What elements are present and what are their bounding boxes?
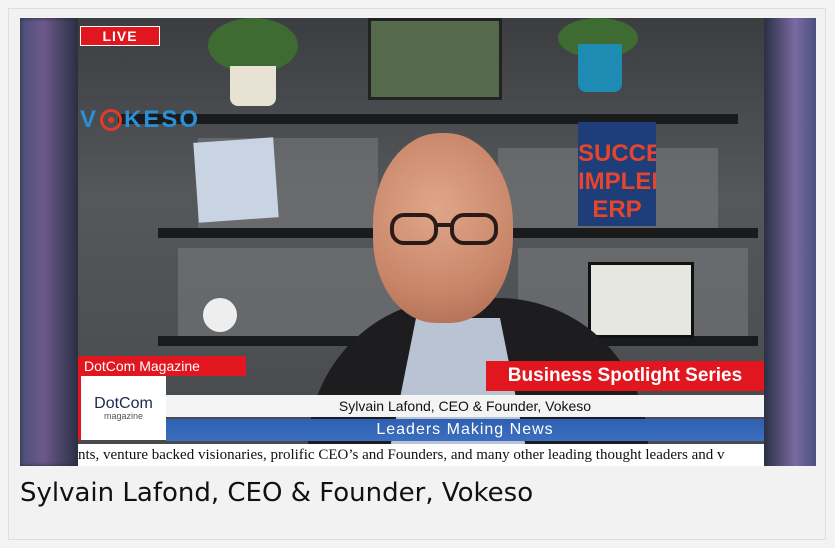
guest-lower-third: Sylvain Lafond, CEO & Founder, Vokeso: [166, 395, 764, 417]
vokeso-logo-prefix: V: [80, 106, 99, 133]
leaders-bar: Leaders Making News: [166, 419, 764, 441]
dotcom-logo-sub: magazine: [103, 411, 144, 421]
news-ticker: nts, venture backed visionaries, prolifi…: [78, 444, 764, 466]
picture-frame-top: [368, 18, 502, 100]
picture-frame-sketch: [588, 262, 694, 338]
video-caption: Sylvain Lafond, CEO & Founder, Vokeso: [20, 478, 534, 508]
series-title: Business Spotlight Series: [486, 361, 764, 391]
erp-book: SUCCESSFULLY IMPLEMENTING ERP: [578, 122, 656, 226]
target-icon: [100, 109, 123, 131]
pot-left: [230, 66, 276, 106]
live-badge: LIVE: [80, 26, 160, 46]
glasses-icon: [390, 213, 498, 245]
pot-right: [578, 44, 622, 92]
dotcom-logo: DotCom magazine: [78, 376, 166, 440]
erp-book-title: SUCCESSFULLY IMPLEMENTING ERP: [578, 140, 656, 223]
background-blur-left: [20, 18, 78, 466]
baseball: [203, 298, 237, 332]
channel-tag: DotCom Magazine: [78, 356, 246, 376]
video-player[interactable]: SUCCESSFULLY IMPLEMENTING ERP LIVE V KES…: [20, 18, 816, 466]
vokeso-logo: V KESO: [80, 106, 230, 134]
vokeso-logo-suffix: KESO: [124, 106, 201, 133]
brochure-stand: [193, 137, 279, 223]
plant-left: [208, 18, 298, 73]
background-blur-right: [764, 18, 816, 466]
